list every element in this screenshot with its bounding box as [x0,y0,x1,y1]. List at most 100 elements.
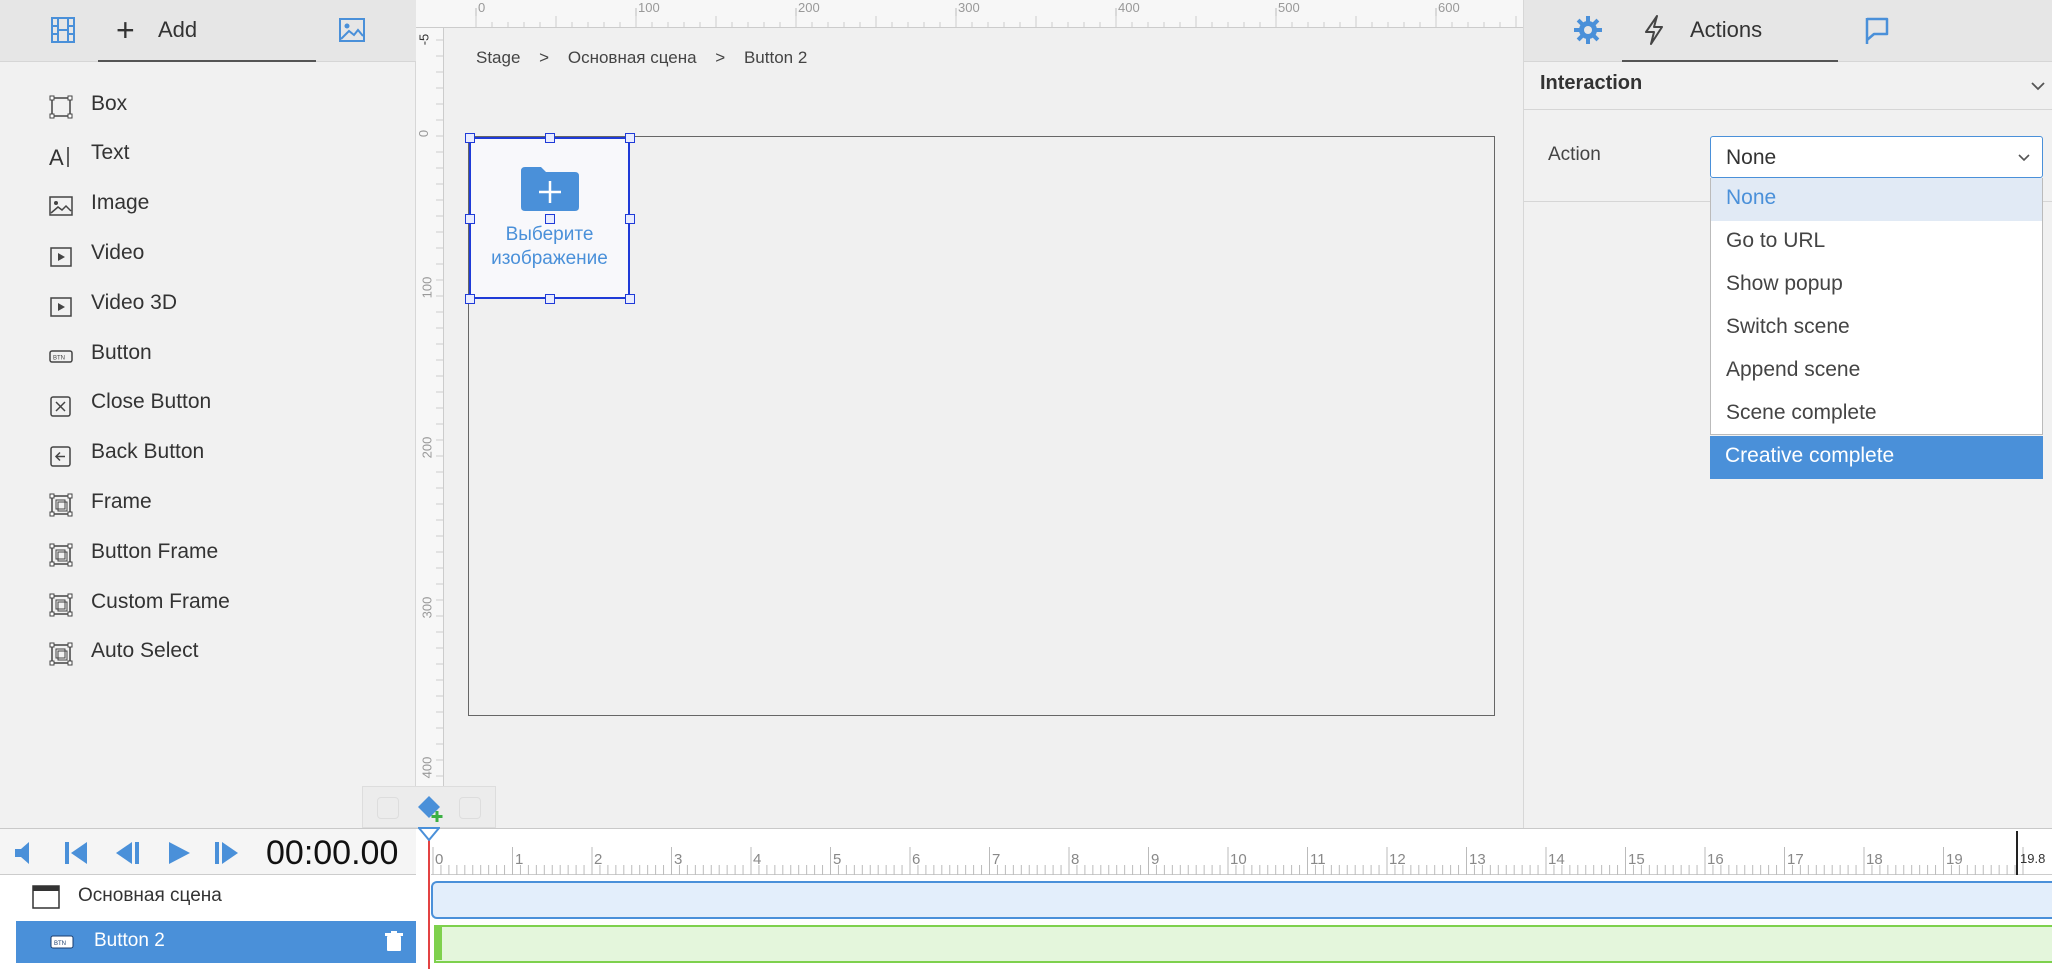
lightning-icon [1642,14,1666,46]
ruler-label: 300 [958,0,980,15]
button-frame-icon [48,542,74,568]
film-icon[interactable] [47,14,79,46]
add-button-item[interactable]: BTN Button [48,337,368,373]
image-icon [48,193,74,219]
volume-icon[interactable] [12,839,42,867]
add-close-button-item[interactable]: Close Button [48,386,368,422]
timeline-end-label: 19.8 [2020,851,2046,866]
properties-panel: Actions Interaction Action None None Go … [1523,0,2052,828]
resize-handle[interactable] [465,294,475,304]
resize-handle[interactable] [465,133,475,143]
selected-button-element[interactable]: Выберите изображение [465,133,635,304]
timeline-tick-label: 8 [1071,851,1080,868]
option-go-to-url[interactable]: Go to URL [1711,221,2042,264]
image-library-icon[interactable] [336,14,368,46]
timeline-tick-label: 5 [833,851,842,868]
step-back-icon[interactable] [112,839,142,867]
resize-handle[interactable] [545,214,555,224]
trash-icon[interactable] [384,931,404,953]
resize-handle[interactable] [625,294,635,304]
svg-text:BTN: BTN [53,356,65,362]
timeline: 00:00.00 0 1 2 3 4 5 6 7 8 9 10 11 12 13… [0,827,2052,969]
gear-icon[interactable] [1572,14,1604,46]
add-custom-frame-item[interactable]: Custom Frame [48,586,368,622]
play-icon[interactable] [164,839,194,867]
add-button-frame-item[interactable]: Button Frame [48,536,368,572]
skip-start-icon[interactable] [62,839,92,867]
item-label: Close Button [91,390,212,413]
plus-icon: + [116,12,135,48]
flag-icon[interactable] [1861,14,1893,46]
item-label: Video 3D [91,291,178,314]
button-icon: BTN [50,933,74,951]
playhead[interactable] [416,827,442,969]
video-3d-icon [48,293,74,319]
action-label: Action [1548,144,1601,165]
timeline-track-button[interactable] [434,925,2052,963]
add-auto-select-item[interactable]: Auto Select [48,635,368,671]
timeline-tick-label: 6 [912,851,921,868]
tab-actions[interactable]: Actions [1622,0,1838,62]
tab-add[interactable]: + Add [98,0,316,62]
section-title: Interaction [1540,72,1643,94]
add-keyframe-icon[interactable] [417,795,443,822]
item-label: Custom Frame [91,590,230,613]
add-panel: + Add Box A Text Image Video Video 3D BT [0,0,416,828]
action-select[interactable]: None [1710,136,2043,178]
text-icon: A [48,143,74,170]
breadcrumb-separator: > [539,48,550,67]
add-back-button-item[interactable]: Back Button [48,436,368,472]
resize-handle[interactable] [625,214,635,224]
timeline-tick-label: 1 [515,851,524,868]
add-box-item[interactable]: Box [48,88,368,124]
loop-icon[interactable] [459,797,481,819]
close-button-icon [48,392,74,418]
add-video-3d-item[interactable]: Video 3D [48,287,368,323]
ruler-label: 100 [419,276,435,299]
layer-row-scene[interactable]: Основная сцена [16,877,416,917]
timeline-tick-label: 0 [435,851,444,868]
ruler-label: 500 [1278,0,1300,15]
breadcrumb-scene[interactable]: Основная сцена [568,48,697,67]
timeline-ruler[interactable]: 0 1 2 3 4 5 6 7 8 9 10 11 12 13 14 15 16… [431,829,2052,875]
item-label: Video [91,241,145,264]
timeline-track-scene[interactable] [431,881,2052,919]
stage-canvas-area: 0 100 200 300 400 500 600 -5 0 100 200 3… [362,0,1523,828]
option-append-scene[interactable]: Append scene [1711,350,2042,393]
breadcrumb-stage[interactable]: Stage [476,48,520,67]
resize-handle[interactable] [625,133,635,143]
timeline-tick-label: 4 [753,851,762,868]
add-text-item[interactable]: A Text [48,137,368,173]
timeline-tick-label: 18 [1866,851,1883,868]
item-label: Button Frame [91,540,219,563]
option-none[interactable]: None [1711,178,2042,221]
timeline-tick-label: 12 [1389,851,1406,868]
left-toolbar: + Add [0,0,416,62]
action-row: Action None None Go to URL Show popup Sw… [1524,110,2052,479]
scene-icon [32,885,60,909]
add-image-item[interactable]: Image [48,187,368,223]
interaction-section-header[interactable]: Interaction [1524,62,2052,110]
add-video-item[interactable]: Video [48,237,368,273]
resize-handle[interactable] [545,133,555,143]
add-frame-item[interactable]: Frame [48,486,368,522]
option-scene-complete[interactable]: Scene complete [1711,393,2042,436]
auto-select-icon [48,641,74,667]
ruler-label: 400 [419,756,435,779]
keyframe-prev-icon[interactable] [377,797,399,819]
breadcrumb: Stage > Основная сцена > Button 2 [476,48,821,68]
timeline-tick-label: 16 [1707,851,1724,868]
step-forward-icon[interactable] [212,839,242,867]
ruler-label: 100 [638,0,660,15]
resize-handle[interactable] [545,294,555,304]
item-label: Auto Select [91,639,199,662]
option-creative-complete[interactable]: Creative complete [1710,436,2043,479]
resize-handle[interactable] [465,214,475,224]
option-show-popup[interactable]: Show popup [1711,264,2042,307]
chevron-down-icon [2030,78,2046,94]
playback-controls: 00:00.00 [0,829,416,875]
box-icon [48,94,74,120]
timeline-tick-label: 9 [1151,851,1160,868]
layer-row-button[interactable]: BTN Button 2 [16,921,416,963]
option-switch-scene[interactable]: Switch scene [1711,307,2042,350]
